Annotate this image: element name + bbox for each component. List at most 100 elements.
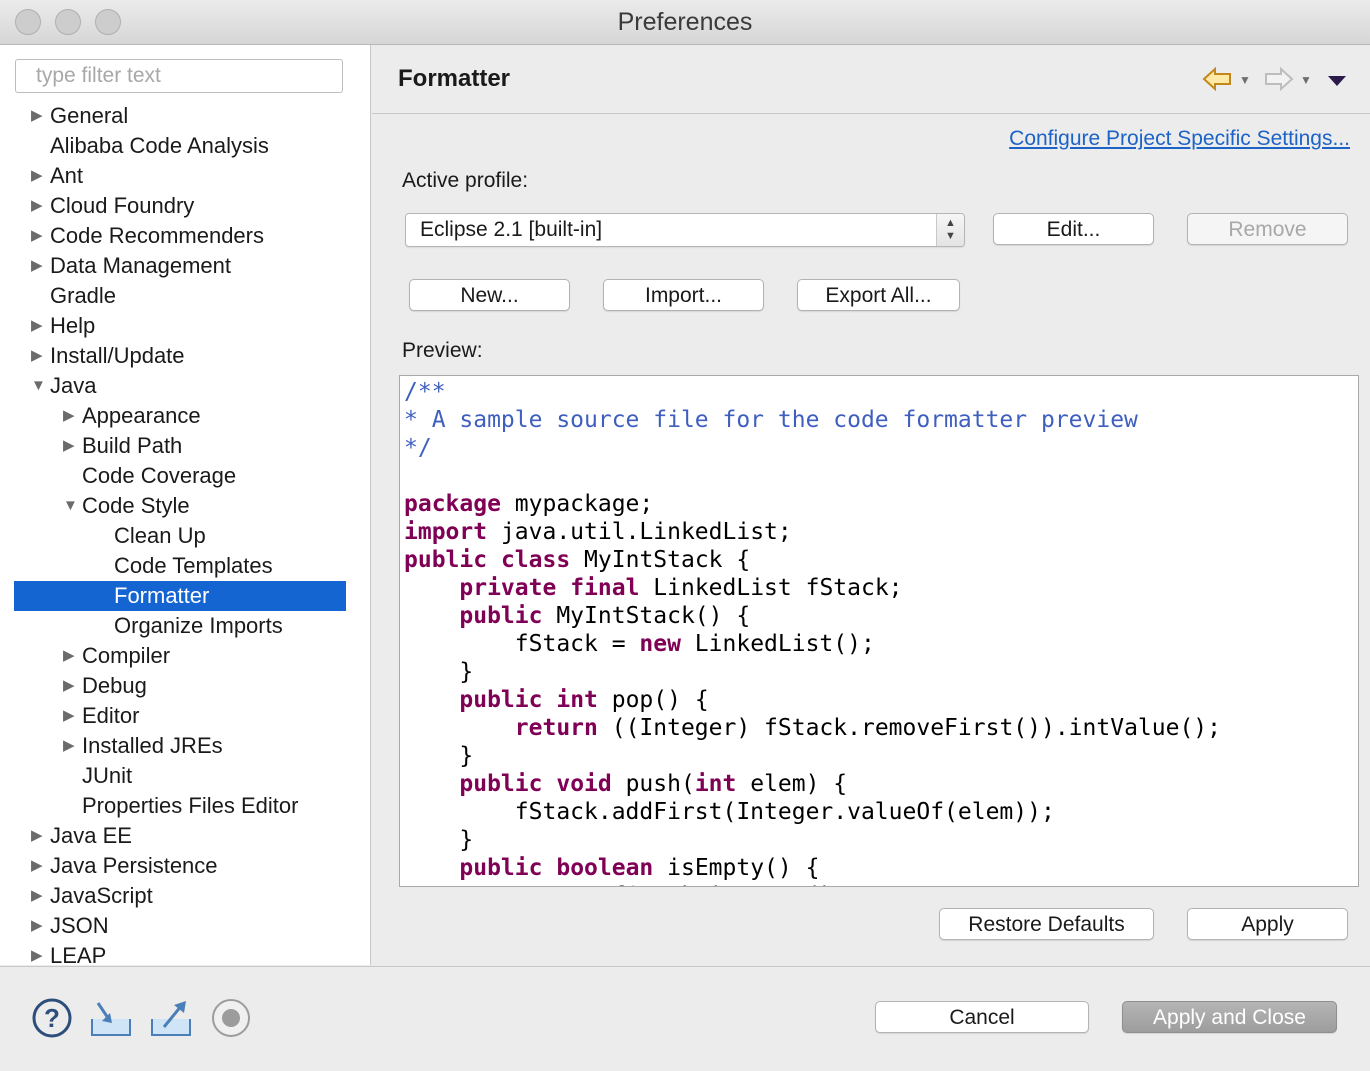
dialog-footer: ? Cancel Apply and Close	[0, 966, 1370, 1071]
tree-expanded-icon[interactable]: ▼	[63, 491, 79, 521]
forward-dropdown-icon[interactable]: ▼	[1300, 73, 1312, 87]
tree-item-label: LEAP	[50, 943, 107, 965]
tree-item-javascript[interactable]: ▶ JavaScript	[0, 881, 370, 911]
tree-expanded-icon[interactable]: ▼	[31, 371, 47, 401]
active-profile-select[interactable]: Eclipse 2.1 [built-in] ▲ ▼	[405, 213, 965, 247]
code-token: boolean	[556, 855, 654, 881]
formatter-page: Formatter ▼ ▼ Configure Project Specific…	[372, 45, 1370, 965]
tree-item-install-update[interactable]: ▶ Install/Update	[0, 341, 370, 371]
import-preferences-icon[interactable]	[90, 997, 132, 1039]
tree-collapsed-icon[interactable]: ▶	[63, 731, 79, 761]
code-token: private	[459, 575, 557, 601]
tree-item-help[interactable]: ▶ Help	[0, 311, 370, 341]
code-token: isEmpty() {	[653, 855, 820, 881]
apply-and-close-button[interactable]: Apply and Close	[1122, 1001, 1337, 1033]
tree-collapsed-icon[interactable]: ▶	[31, 251, 47, 281]
tree-collapsed-icon[interactable]: ▶	[31, 881, 47, 911]
tree-item-alibaba-code-analysis[interactable]: Alibaba Code Analysis	[0, 131, 370, 161]
tree-item-data-management[interactable]: ▶ Data Management	[0, 251, 370, 281]
record-icon[interactable]	[210, 997, 252, 1039]
tree-collapsed-icon[interactable]: ▶	[63, 701, 79, 731]
tree-item-gradle[interactable]: Gradle	[0, 281, 370, 311]
help-icon[interactable]: ?	[31, 997, 73, 1039]
tree-item-code-coverage[interactable]: Code Coverage	[0, 461, 370, 491]
edit-profile-button[interactable]: Edit...	[993, 213, 1154, 245]
tree-collapsed-icon[interactable]: ▶	[31, 191, 47, 221]
tree-collapsed-icon[interactable]: ▶	[31, 311, 47, 341]
tree-collapsed-icon[interactable]: ▶	[31, 941, 47, 965]
tree-item-clean-up[interactable]: Clean Up	[0, 521, 370, 551]
tree-item-label: Clean Up	[114, 523, 206, 548]
tree-collapsed-icon[interactable]: ▶	[31, 851, 47, 881]
code-token: fStack.addFirst(Integer.valueOf(elem));	[404, 799, 1055, 825]
tree-item-formatter[interactable]: Formatter	[14, 581, 346, 611]
tree-collapsed-icon[interactable]: ▶	[63, 641, 79, 671]
tree-item-appearance[interactable]: ▶ Appearance	[0, 401, 370, 431]
code-token: ((Integer) fStack.removeFirst()).intValu…	[597, 715, 1221, 741]
tree-item-general[interactable]: ▶ General	[0, 101, 370, 131]
tree-item-json[interactable]: ▶ JSON	[0, 911, 370, 941]
code-token: public	[459, 771, 543, 797]
tree-collapsed-icon[interactable]: ▶	[31, 821, 47, 851]
remove-profile-button[interactable]: Remove	[1187, 213, 1348, 245]
tree-item-java-persistence[interactable]: ▶ Java Persistence	[0, 851, 370, 881]
export-preferences-icon[interactable]	[150, 997, 192, 1039]
tree-item-debug[interactable]: ▶ Debug	[0, 671, 370, 701]
tree-item-label: JSON	[50, 913, 109, 938]
code-token: java.util.LinkedList;	[487, 519, 792, 545]
code-preview[interactable]: /** * A sample source file for the code …	[399, 375, 1359, 887]
tree-collapsed-icon[interactable]: ▶	[63, 431, 79, 461]
tree-item-label: Java EE	[50, 823, 132, 848]
code-token: LinkedList fStack;	[639, 575, 903, 601]
tree-item-junit[interactable]: JUnit	[0, 761, 370, 791]
tree-collapsed-icon[interactable]: ▶	[31, 101, 47, 131]
tree-collapsed-icon[interactable]: ▶	[63, 401, 79, 431]
tree-collapsed-icon[interactable]: ▶	[31, 161, 47, 191]
apply-button[interactable]: Apply	[1187, 908, 1348, 940]
code-token: public	[459, 687, 543, 713]
tree-collapsed-icon[interactable]: ▶	[31, 341, 47, 371]
export-all-button[interactable]: Export All...	[797, 279, 960, 311]
tree-item-ant[interactable]: ▶ Ant	[0, 161, 370, 191]
preview-code: /** * A sample source file for the code …	[404, 378, 1221, 886]
tree-item-label: Editor	[82, 703, 140, 728]
code-token: class	[500, 547, 571, 573]
view-menu-icon[interactable]	[1327, 75, 1347, 87]
cancel-button[interactable]: Cancel	[875, 1001, 1089, 1033]
import-profile-button[interactable]: Import...	[603, 279, 764, 311]
restore-defaults-button[interactable]: Restore Defaults	[939, 908, 1154, 940]
tree-item-code-templates[interactable]: Code Templates	[0, 551, 370, 581]
back-dropdown-icon[interactable]: ▼	[1239, 73, 1251, 87]
tree-item-java-ee[interactable]: ▶ Java EE	[0, 821, 370, 851]
filter-input[interactable]	[15, 59, 343, 93]
window-title: Preferences	[617, 8, 753, 36]
tree-item-build-path[interactable]: ▶ Build Path	[0, 431, 370, 461]
tree-item-cloud-foundry[interactable]: ▶ Cloud Foundry	[0, 191, 370, 221]
tree-item-compiler[interactable]: ▶ Compiler	[0, 641, 370, 671]
code-token: import	[404, 519, 488, 545]
tree-item-leap[interactable]: ▶ LEAP	[0, 941, 370, 965]
tree-item-code-recommenders[interactable]: ▶ Code Recommenders	[0, 221, 370, 251]
tree-item-java[interactable]: ▼ Java	[0, 371, 370, 401]
tree-collapsed-icon[interactable]: ▶	[31, 911, 47, 941]
code-token: }	[404, 659, 474, 685]
tree-collapsed-icon[interactable]: ▶	[63, 671, 79, 701]
tree-item-properties-files-editor[interactable]: Properties Files Editor	[0, 791, 370, 821]
tree-item-organize-imports[interactable]: Organize Imports	[0, 611, 370, 641]
tree-collapsed-icon[interactable]: ▶	[31, 221, 47, 251]
tree-item-label: Debug	[82, 673, 147, 698]
window-titlebar: Preferences	[0, 0, 1370, 45]
tree-item-code-style[interactable]: ▼ Code Style	[0, 491, 370, 521]
back-arrow-icon[interactable]	[1202, 65, 1232, 93]
new-profile-button[interactable]: New...	[409, 279, 570, 311]
tree-item-label: Ant	[50, 163, 84, 188]
tree-item-installed-jres[interactable]: ▶ Installed JREs	[0, 731, 370, 761]
forward-arrow-icon[interactable]	[1264, 65, 1294, 93]
tree-item-editor[interactable]: ▶ Editor	[0, 701, 370, 731]
configure-project-settings-link[interactable]: Configure Project Specific Settings...	[1009, 127, 1350, 151]
tree-item-label: General	[50, 103, 129, 128]
tree-item-label: Formatter	[114, 583, 210, 608]
